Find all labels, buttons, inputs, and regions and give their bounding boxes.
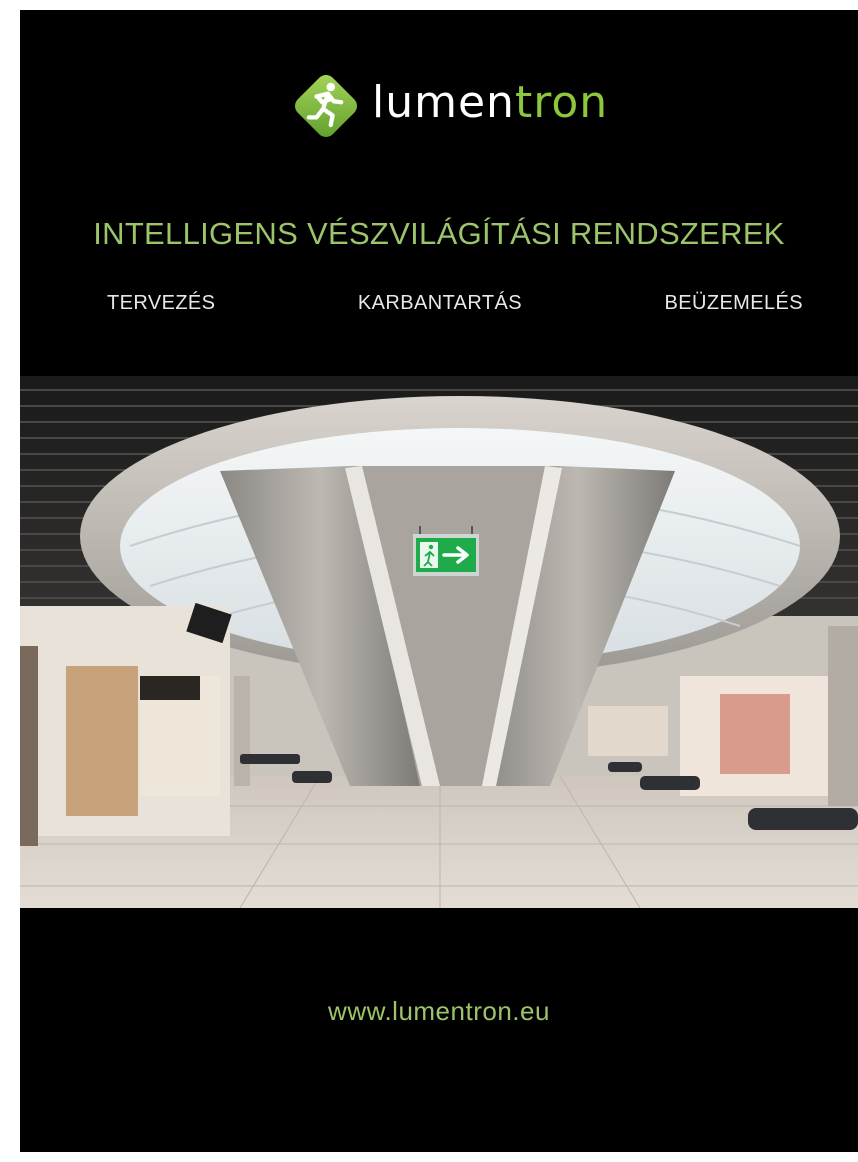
brochure-cover: lumentron INTELLIGENS VÉSZVILÁGÍTÁSI REN… <box>20 10 858 1152</box>
service-commissioning: BEÜZEMELÉS <box>664 292 803 314</box>
services-row: TERVEZÉS KARBANTARTÁS BEÜZEMELÉS <box>107 292 803 315</box>
service-planning: TERVEZÉS <box>107 292 216 314</box>
headline: INTELLIGENS VÉSZVILÁGÍTÁSI RENDSZEREK <box>93 216 785 251</box>
website-url: www.lumentron.eu <box>328 996 550 1026</box>
running-man-exit-icon <box>295 75 357 137</box>
brand-name-prefix: lumen <box>372 77 515 128</box>
airport-hall-photo <box>20 376 858 908</box>
brand-name-suffix: tron <box>514 77 609 128</box>
brand-wordmark: lumentron <box>372 81 608 125</box>
lumentron-logo: lumentron <box>288 68 608 144</box>
service-maintenance: KARBANTARTÁS <box>357 292 523 314</box>
